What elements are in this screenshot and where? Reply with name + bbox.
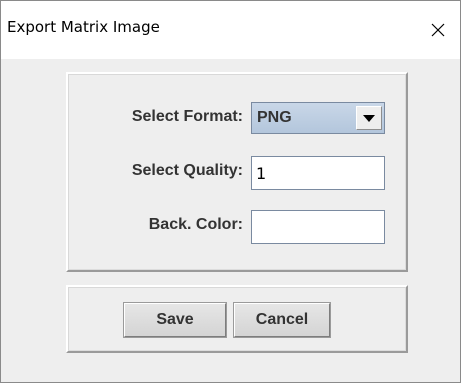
close-x-icon — [431, 23, 445, 37]
buttons-panel: Save Cancel — [66, 285, 408, 353]
format-dropdown[interactable]: PNG — [251, 102, 385, 134]
save-button[interactable]: Save — [124, 303, 226, 337]
triangle-down-icon — [363, 114, 375, 122]
quality-label: Select Quality: — [131, 162, 243, 179]
dropdown-arrow-button[interactable] — [356, 106, 382, 130]
export-dialog-window: Export Matrix Image Select Format: PNG S… — [0, 0, 461, 383]
background-color-label: Back. Color: — [148, 216, 243, 233]
background-color-input[interactable] — [251, 210, 385, 244]
cancel-button[interactable]: Cancel — [234, 303, 330, 337]
dialog-content: Select Format: PNG Select Quality: Back.… — [9, 59, 452, 375]
options-panel: Select Format: PNG Select Quality: Back.… — [66, 72, 408, 272]
title-bar[interactable]: Export Matrix Image — [1, 1, 460, 59]
quality-input[interactable] — [251, 156, 385, 190]
format-label: Select Format: — [131, 108, 243, 125]
format-selected-value: PNG — [257, 109, 292, 126]
close-button[interactable] — [416, 1, 460, 59]
window-title: Export Matrix Image — [7, 18, 160, 36]
